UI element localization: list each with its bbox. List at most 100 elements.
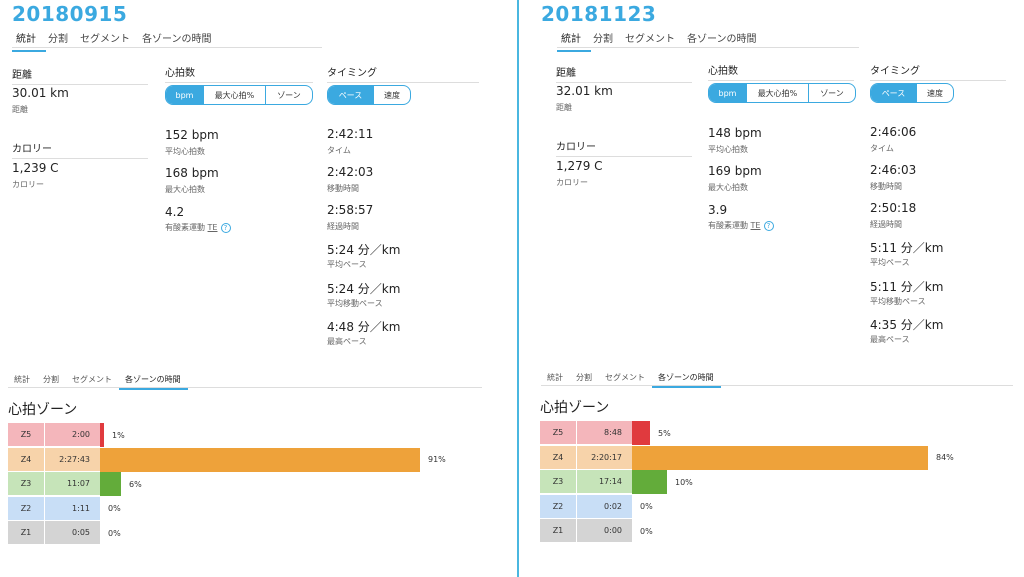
stats-tabs: 統計 分割 セグメント 各ゾーンの時間 xyxy=(557,30,769,52)
tab-time-in-zones[interactable]: 各ゾーンの時間 xyxy=(687,30,767,52)
timing-toggle-speed[interactable]: 速度 xyxy=(917,84,953,102)
tabs-underline xyxy=(557,47,859,48)
avg-hr-label: 平均心拍数 xyxy=(165,147,205,156)
best-pace-label: 最高ペース xyxy=(870,335,910,344)
zone-bar xyxy=(632,421,650,445)
activity-date: 20180915 xyxy=(12,2,128,26)
elapsed-time-value: 2:50:18 xyxy=(870,201,917,215)
hr-toggle-zone[interactable]: ゾーン xyxy=(266,86,312,104)
zone-bar xyxy=(632,445,928,470)
aerobic-te-prefix: 有酸素運動 xyxy=(708,221,751,230)
moving-time-value: 2:42:03 xyxy=(327,165,374,179)
zone-percent: 6% xyxy=(129,479,142,489)
distance-value: 30.01 km xyxy=(12,86,69,100)
zone-name: Z1 xyxy=(8,521,44,546)
avg-moving-pace-value: 5:24 分／km xyxy=(327,282,401,296)
avg-moving-pace-value: 5:11 分／km xyxy=(870,280,944,294)
help-icon[interactable]: ? xyxy=(220,222,231,233)
tab-segments[interactable]: セグメント xyxy=(80,30,140,52)
aerobic-te-label: 有酸素運動 TE? xyxy=(708,220,774,231)
zone-time: 0:05 xyxy=(44,521,100,546)
best-pace-value: 4:48 分／km xyxy=(327,320,401,334)
heart-rate-unit-toggle: bpm 最大心拍% ゾーン xyxy=(165,85,313,105)
tabs-underline xyxy=(12,47,322,48)
tab-splits[interactable]: 分割 xyxy=(48,30,78,52)
distance-label: 距離 xyxy=(12,105,28,114)
zone-row-z5: Z5 8:48 5% xyxy=(540,421,671,445)
zone-bar xyxy=(100,423,104,447)
tab-splits[interactable]: 分割 xyxy=(593,30,623,52)
elapsed-time-label: 経過時間 xyxy=(327,222,359,231)
timing-toggle-pace[interactable]: ペース xyxy=(871,84,917,102)
tab-stats[interactable]: 統計 xyxy=(557,30,591,52)
tab-time-in-zones[interactable]: 各ゾーンの時間 xyxy=(142,30,222,52)
heart-rate-heading: 心拍数 xyxy=(165,64,313,83)
zone-time: 2:00 xyxy=(44,423,100,447)
best-pace-value: 4:35 分／km xyxy=(870,318,944,332)
calories-heading: カロリー xyxy=(12,140,148,159)
zone-name: Z4 xyxy=(8,447,44,472)
zone-time: 1:11 xyxy=(44,496,100,521)
avg-hr-label: 平均心拍数 xyxy=(708,145,748,154)
tab-segments[interactable]: セグメント xyxy=(625,30,685,52)
zone-percent: 0% xyxy=(108,504,121,514)
zone-time: 17:14 xyxy=(576,470,632,495)
zone-row-z4: Z4 2:27:43 91% xyxy=(8,447,446,472)
hr-toggle-bpm[interactable]: bpm xyxy=(709,84,747,102)
max-hr-value: 169 bpm xyxy=(708,164,762,178)
timing-time-label: タイム xyxy=(327,146,351,155)
timing-heading: タイミング xyxy=(327,64,479,83)
max-hr-value: 168 bpm xyxy=(165,166,219,180)
best-pace-label: 最高ペース xyxy=(327,337,367,346)
heart-rate-zone-title: 心拍ゾーン xyxy=(540,400,610,416)
zone-name: Z3 xyxy=(8,472,44,497)
timing-unit-toggle: ペース 速度 xyxy=(870,83,954,103)
te-abbr[interactable]: TE xyxy=(751,221,761,230)
zone-row-z4: Z4 2:20:17 84% xyxy=(540,445,954,470)
moving-time-value: 2:46:03 xyxy=(870,163,917,177)
zone-bar xyxy=(100,472,121,497)
moving-time-label: 移動時間 xyxy=(327,184,359,193)
aerobic-te-value: 3.9 xyxy=(708,203,728,217)
zone-time: 8:48 xyxy=(576,421,632,445)
activity-date: 20181123 xyxy=(541,2,657,26)
hr-toggle-bpm[interactable]: bpm xyxy=(166,86,204,104)
zone-row-z3: Z3 17:14 10% xyxy=(540,470,693,495)
zone-percent: 0% xyxy=(640,502,653,512)
timing-time-label: タイム xyxy=(870,144,894,153)
zone-percent: 1% xyxy=(112,430,125,440)
zone-name: Z4 xyxy=(540,445,576,470)
timing-toggle-pace[interactable]: ペース xyxy=(328,86,374,104)
zone-percent: 10% xyxy=(675,477,693,487)
hr-toggle-max-percent[interactable]: 最大心拍% xyxy=(747,84,809,102)
zone-name: Z1 xyxy=(540,519,576,544)
heart-rate-zone-title: 心拍ゾーン xyxy=(8,402,78,418)
max-hr-label: 最大心拍数 xyxy=(165,185,205,194)
tab-stats[interactable]: 統計 xyxy=(12,30,46,52)
zone-name: Z2 xyxy=(540,494,576,519)
zone-name: Z3 xyxy=(540,470,576,495)
calories-value: 1,279 C xyxy=(556,159,603,173)
help-icon[interactable]: ? xyxy=(763,220,774,231)
calories-label: カロリー xyxy=(12,180,44,189)
te-abbr[interactable]: TE xyxy=(208,223,218,232)
hr-toggle-max-percent[interactable]: 最大心拍% xyxy=(204,86,266,104)
avg-moving-pace-label: 平均移動ペース xyxy=(327,299,383,308)
zone-row-z2: Z2 1:11 0% xyxy=(8,496,121,521)
stats-tabs: 統計 分割 セグメント 各ゾーンの時間 xyxy=(12,30,224,52)
moving-time-label: 移動時間 xyxy=(870,182,902,191)
calories-value: 1,239 C xyxy=(12,161,59,175)
hr-toggle-zone[interactable]: ゾーン xyxy=(809,84,855,102)
zone-tabs-underline xyxy=(541,385,1013,386)
zone-percent: 91% xyxy=(428,455,446,465)
timing-time-value: 2:46:06 xyxy=(870,125,917,139)
distance-heading: 距離 xyxy=(12,66,148,85)
timing-toggle-speed[interactable]: 速度 xyxy=(374,86,410,104)
avg-moving-pace-label: 平均移動ペース xyxy=(870,297,926,306)
zone-time: 11:07 xyxy=(44,472,100,497)
elapsed-time-label: 経過時間 xyxy=(870,220,902,229)
zone-name: Z5 xyxy=(540,421,576,445)
zone-row-z3: Z3 11:07 6% xyxy=(8,472,142,497)
zone-row-z2: Z2 0:02 0% xyxy=(540,494,653,519)
zone-time: 2:27:43 xyxy=(44,447,100,472)
